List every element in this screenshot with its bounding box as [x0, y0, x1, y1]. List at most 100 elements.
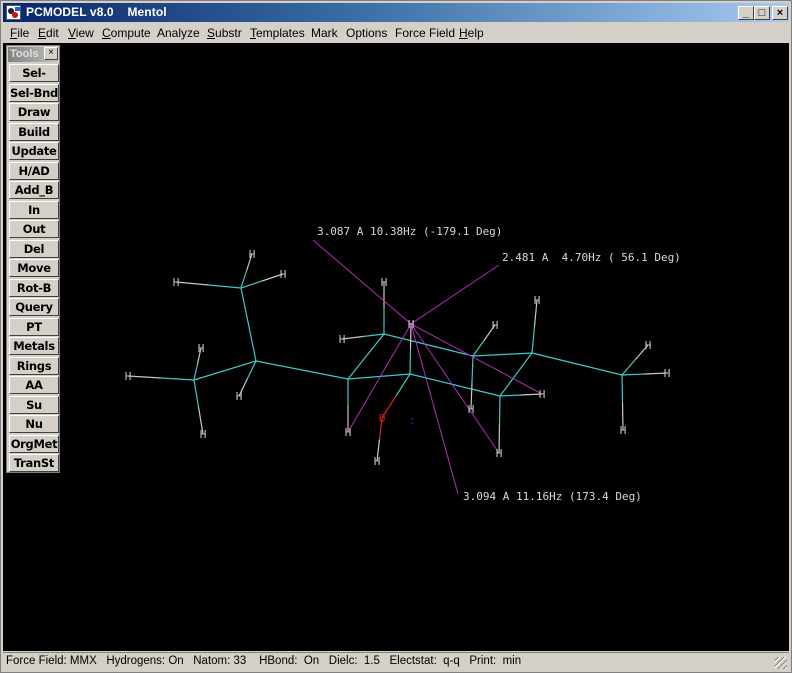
bond-C3-H5[interactable]: [127, 375, 195, 381]
tool-button-transt[interactable]: TranSt: [9, 454, 59, 472]
tool-button-move[interactable]: Move: [9, 259, 59, 277]
menu-file[interactable]: File: [10, 26, 29, 40]
dihedral-label-2: 2.481 A 4.70Hz ( 56.1 Deg): [502, 251, 681, 264]
atom-label-H14[interactable]: H: [468, 403, 475, 416]
app-icon[interactable]: [6, 5, 21, 20]
bond-C7-H14[interactable]: [470, 355, 474, 410]
menu-bar: File Edit View Compute Analyze Substr Te…: [3, 23, 789, 42]
tool-button-orgmet[interactable]: OrgMet: [9, 434, 59, 453]
tool-button-query[interactable]: Query: [9, 298, 59, 316]
resize-grip-icon[interactable]: [775, 657, 787, 669]
lone-pair-marker: :: [409, 414, 416, 427]
bond-C1-H2[interactable]: [240, 273, 284, 289]
bond-C9-C10[interactable]: [531, 352, 623, 376]
status-bar: Force Field: MMX Hydrogens: On Natom: 33…: [3, 652, 789, 671]
atom-label-H11[interactable]: H: [408, 318, 415, 331]
tool-button-rings[interactable]: Rings: [9, 356, 59, 375]
bond-C5-C7[interactable]: [383, 333, 474, 357]
tool-button-build[interactable]: Build: [9, 122, 59, 141]
tool-button-sel-bnd[interactable]: Sel-Bnd: [9, 83, 59, 102]
dihedral-line-2: [410, 264, 543, 395]
menu-analyze[interactable]: Analyze: [157, 26, 200, 40]
atom-label-H6[interactable]: H: [200, 428, 207, 441]
menu-options[interactable]: Options: [346, 26, 387, 40]
bond-C8-H17[interactable]: [498, 395, 501, 454]
atom-label-H8[interactable]: H: [381, 276, 388, 289]
status-text: Force Field: MMX Hydrogens: On Natom: 33…: [6, 655, 522, 667]
tool-button-draw[interactable]: Draw: [9, 103, 59, 121]
tool-button-sel-atm[interactable]: Sel-Atm: [9, 64, 59, 96]
bond-C2-C4[interactable]: [255, 360, 349, 380]
tools-palette: Tools × Sel-AtmSel-BndDrawBuildUpdateH/A…: [6, 45, 60, 473]
bond-C1-C2[interactable]: [240, 287, 257, 362]
tool-button-update[interactable]: Update: [9, 142, 59, 160]
atom-label-H1[interactable]: H: [249, 248, 256, 261]
atom-label-H3[interactable]: H: [173, 276, 180, 289]
tool-button-del[interactable]: Del: [9, 239, 59, 258]
tool-button-in[interactable]: In: [9, 200, 59, 219]
bond-C4-C5[interactable]: [347, 333, 385, 380]
tool-button-out[interactable]: Out: [9, 220, 59, 238]
bond-C7-C9[interactable]: [472, 352, 533, 357]
bond-C3-H6[interactable]: [193, 379, 204, 435]
atom-label-H4[interactable]: H: [198, 342, 205, 355]
minimize-button[interactable]: _: [738, 6, 754, 20]
menu-force-field[interactable]: Force Field: [395, 26, 455, 40]
app-window: PCMODEL v8.0 Mentol _ □ × File Edit View…: [0, 0, 792, 673]
close-icon: ×: [776, 7, 784, 19]
atom-label-H10[interactable]: H: [345, 426, 352, 439]
bond-C9-H15[interactable]: [531, 299, 538, 354]
tools-close-button[interactable]: ×: [44, 47, 58, 60]
tool-button-aa[interactable]: AA: [9, 376, 59, 394]
atom-label-H13[interactable]: H: [492, 319, 499, 332]
close-icon: ×: [48, 47, 54, 58]
atom-label-H18[interactable]: H: [645, 339, 652, 352]
molecule-view[interactable]: O H H H H H H H H H H H H H H H H H H H H: 3.087 A 10.38Hz (-…: [3, 43, 789, 651]
tool-button-pt[interactable]: PT: [9, 317, 59, 336]
bond-C6-O1[interactable]: [381, 373, 411, 419]
bond-C6-C8[interactable]: [409, 373, 501, 397]
bond-C10-H20[interactable]: [621, 374, 624, 431]
menu-substr[interactable]: Substr: [207, 26, 242, 40]
menu-mark[interactable]: Mark: [311, 26, 338, 40]
atom-label-H17[interactable]: H: [496, 447, 503, 460]
atom-label-H19[interactable]: H: [664, 367, 671, 380]
molecule-canvas[interactable]: O H H H H H H H H H H H H H H H H H H H H: 3.087 A 10.38Hz (-…: [3, 43, 789, 651]
tool-button-h-ad[interactable]: H/AD: [9, 161, 59, 180]
close-button[interactable]: ×: [772, 6, 788, 20]
bond-C6-H11[interactable]: [409, 323, 412, 375]
dihedral-line-1: [312, 239, 412, 433]
title-bar[interactable]: PCMODEL v8.0 Mentol _ □ ×: [3, 3, 789, 22]
atom-label-H2[interactable]: H: [280, 268, 287, 281]
dihedral-line-3: [410, 323, 500, 495]
atom-label-H7[interactable]: H: [236, 390, 243, 403]
atom-label-H15[interactable]: H: [534, 294, 541, 307]
atom-label-H9[interactable]: H: [339, 333, 346, 346]
bond-C5-H9[interactable]: [341, 333, 385, 340]
tool-button-nu[interactable]: Nu: [9, 415, 59, 433]
dihedral-label-1: 3.087 A 10.38Hz (-179.1 Deg): [317, 225, 502, 238]
maximize-icon: □: [758, 7, 766, 19]
menu-templates[interactable]: Templates: [250, 26, 305, 40]
maximize-button[interactable]: □: [754, 6, 770, 20]
atom-label-H5[interactable]: H: [125, 370, 132, 383]
dihedral-label-3: 3.094 A 11.16Hz (173.4 Deg): [463, 490, 642, 503]
bond-C2-C3[interactable]: [193, 360, 257, 381]
bond-C1-H3[interactable]: [175, 281, 242, 289]
window-title: PCMODEL v8.0 Mentol: [26, 5, 167, 19]
tool-button-add-b[interactable]: Add_B: [9, 181, 59, 199]
minimize-icon: _: [742, 7, 750, 19]
bond-C8-H16[interactable]: [499, 393, 543, 397]
tool-button-rot-b[interactable]: Rot-B: [9, 278, 59, 297]
atom-label-O1[interactable]: O: [379, 412, 386, 425]
menu-edit[interactable]: Edit: [38, 26, 59, 40]
tool-button-su[interactable]: Su: [9, 395, 59, 414]
menu-view[interactable]: View: [68, 26, 94, 40]
bond-C10-H19[interactable]: [621, 372, 668, 376]
tool-button-metals[interactable]: Metals: [9, 337, 59, 355]
menu-compute[interactable]: Compute: [102, 26, 151, 40]
atom-label-H12[interactable]: H: [374, 455, 381, 468]
atom-label-H20[interactable]: H: [620, 424, 627, 437]
menu-help[interactable]: Help: [459, 26, 484, 40]
atom-label-H16[interactable]: H: [539, 388, 546, 401]
